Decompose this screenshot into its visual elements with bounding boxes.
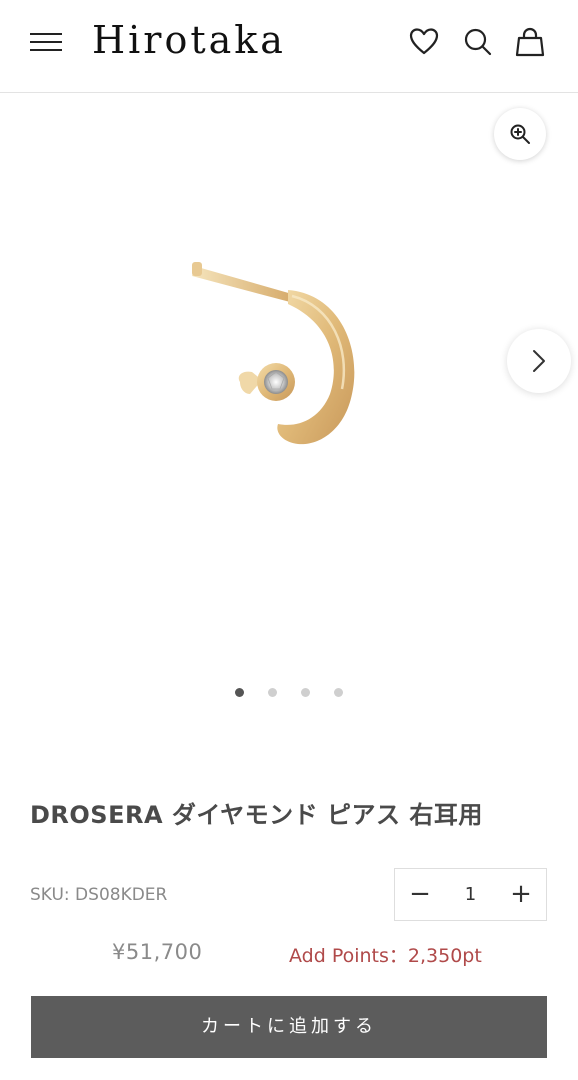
site-header: Hirotaka [0,0,578,93]
product-sku: SKU: DS08KDER [30,885,168,905]
product-image[interactable] [180,254,380,464]
carousel-dot[interactable] [235,688,244,697]
menu-line [30,33,62,35]
shopping-bag-icon[interactable] [514,26,546,58]
heart-icon[interactable] [408,26,440,58]
reward-points: Add Points：2,350pt [289,945,482,967]
product-title: DROSERA ダイヤモンド ピアス 右耳用 [30,801,483,829]
carousel-dot[interactable] [334,688,343,697]
product-price: ¥51,700 [112,940,203,964]
quantity-value[interactable]: 1 [445,869,496,920]
menu-line [30,41,62,43]
carousel-dot[interactable] [268,688,277,697]
add-to-cart-button[interactable]: カートに追加する [31,996,547,1058]
search-icon[interactable] [462,26,494,58]
quantity-decrease-button[interactable]: − [395,869,445,920]
carousel-dot[interactable] [301,688,310,697]
site-logo[interactable]: Hirotaka [92,18,286,62]
zoom-in-icon[interactable] [494,108,546,160]
quantity-stepper: − 1 + [394,868,547,921]
menu-line [30,49,62,51]
carousel-dots [0,688,578,698]
chevron-right-icon[interactable] [507,329,571,393]
hamburger-menu-icon[interactable] [30,30,64,56]
product-gallery [0,94,578,734]
quantity-increase-button[interactable]: + [496,869,546,920]
